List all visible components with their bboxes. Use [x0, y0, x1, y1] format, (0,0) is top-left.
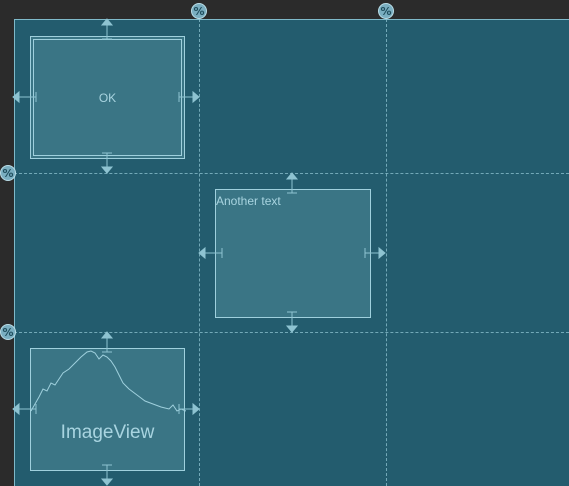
button-bottom-anchor[interactable]: [98, 150, 116, 174]
percent-guide-handle-left-1[interactable]: %: [0, 165, 16, 181]
imageview-right-anchor[interactable]: [176, 400, 202, 418]
percent-guide-handle-top-1[interactable]: %: [191, 3, 207, 19]
textview-widget[interactable]: Another text: [215, 189, 371, 318]
percent-guide-handle-top-2[interactable]: %: [378, 3, 394, 19]
textview-bottom-anchor[interactable]: [283, 309, 301, 333]
imageview-top-anchor[interactable]: [98, 331, 116, 355]
button-label: OK: [98, 90, 117, 105]
imageview-left-anchor[interactable]: [12, 400, 38, 418]
image-placeholder-icon: [31, 350, 186, 412]
imageview-widget[interactable]: ImageView: [30, 348, 186, 471]
imageview-label: ImageView: [60, 422, 155, 443]
textview-left-anchor[interactable]: [198, 244, 224, 262]
button-widget[interactable]: OK: [30, 36, 185, 159]
textview-right-anchor[interactable]: [362, 244, 388, 262]
percent-guide-handle-left-2[interactable]: %: [0, 324, 16, 340]
button-top-anchor[interactable]: [98, 18, 116, 42]
textview-top-anchor[interactable]: [283, 172, 301, 196]
textview-label: Another text: [216, 194, 281, 208]
button-right-anchor[interactable]: [176, 88, 202, 106]
layout-editor: % % % % OK Another text ImageView: [0, 0, 569, 486]
button-left-anchor[interactable]: [12, 88, 38, 106]
imageview-bottom-anchor[interactable]: [98, 462, 116, 486]
